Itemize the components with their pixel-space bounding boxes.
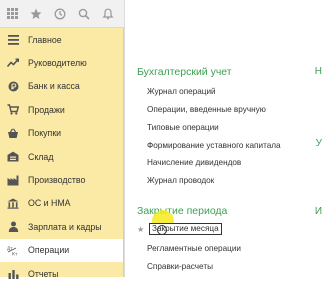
right-edge-heading-fragment: У — [315, 138, 322, 149]
basket-icon — [7, 127, 19, 139]
sidebar-item-production[interactable]: Производство — [0, 168, 123, 191]
section-panel: Н У И Бухгалтерский учет Журнал операций… — [124, 0, 324, 277]
sidebar-item-label: Покупки — [28, 128, 62, 139]
history-icon[interactable] — [48, 0, 72, 28]
link-regulatory-operations[interactable]: Регламентные операции — [147, 244, 241, 253]
right-edge-heading-fragment: И — [314, 206, 322, 217]
apps-grid-icon[interactable] — [0, 0, 24, 28]
bell-icon[interactable] — [96, 0, 120, 28]
sidebar-item-label: Зарплата и кадры — [28, 221, 102, 232]
sidebar-item-reports[interactable]: Отчеты — [0, 262, 123, 285]
sidebar-item-label: Склад — [28, 151, 54, 162]
right-edge-heading-fragment: Н — [314, 66, 322, 77]
sidebar-item-operations[interactable]: Дт Кт Операции — [0, 238, 123, 262]
sidebar-item-label: Руководителю — [28, 58, 87, 69]
factory-icon — [7, 174, 19, 186]
sidebar-item-main[interactable]: Главное — [0, 28, 123, 51]
section-title-period-closing: Закрытие периода — [137, 205, 228, 217]
sidebar-item-sales[interactable]: Продажи — [0, 98, 123, 121]
link-entries-journal[interactable]: Журнал проводок — [147, 176, 214, 185]
sidebar-item-purchases[interactable]: Покупки — [0, 122, 123, 145]
sidebar-item-label: Отчеты — [28, 268, 59, 279]
sidebar-item-label: Продажи — [28, 104, 65, 115]
cart-icon — [7, 104, 19, 116]
coin-icon — [7, 80, 19, 92]
link-manual-operations[interactable]: Операции, введенные вручную — [147, 105, 266, 114]
link-dividends[interactable]: Начисление дивидендов — [147, 158, 241, 167]
building-icon — [7, 197, 19, 209]
link-authorized-capital[interactable]: Формирование уставного капитала — [147, 141, 281, 150]
search-icon[interactable] — [72, 0, 96, 28]
link-calculation-certificates[interactable]: Справки-расчеты — [147, 262, 213, 271]
sidebar-item-label: Операции — [28, 245, 70, 256]
sidebar-item-label: Производство — [28, 175, 86, 186]
sidebar-item-salary-hr[interactable]: Зарплата и кадры — [0, 215, 123, 238]
sidebar-item-bank-cash[interactable]: Банк и касса — [0, 75, 123, 98]
sidebar-toolbar — [0, 0, 124, 28]
sidebar-item-label: Банк и касса — [28, 81, 80, 92]
warehouse-icon — [7, 151, 19, 163]
favorite-star-icon[interactable]: ★ — [137, 225, 144, 234]
sidebar-item-label: ОС и НМА — [28, 198, 71, 209]
sidebar-item-fixed-assets[interactable]: ОС и НМА — [0, 192, 123, 215]
section-title-accounting: Бухгалтерский учет — [137, 66, 232, 78]
svg-text:Кт: Кт — [12, 251, 18, 256]
person-icon — [7, 221, 19, 233]
sidebar-item-label: Главное — [28, 34, 62, 45]
chart-icon — [7, 268, 19, 280]
link-operations-journal[interactable]: Журнал операций — [147, 87, 216, 96]
sidebar: Главное Руководителю Банк и касса Продаж… — [0, 0, 124, 280]
star-icon[interactable] — [24, 0, 48, 28]
trend-icon — [7, 57, 19, 69]
sidebar-item-manager[interactable]: Руководителю — [0, 51, 123, 74]
menu-lines-icon — [7, 34, 19, 46]
sections-nav: Главное Руководителю Банк и касса Продаж… — [0, 28, 123, 285]
sidebar-item-warehouse[interactable]: Склад — [0, 145, 123, 168]
dt-kt-icon: Дт Кт — [7, 244, 19, 256]
mouse-cursor-ring — [157, 225, 167, 235]
link-standard-operations[interactable]: Типовые операции — [147, 123, 219, 132]
